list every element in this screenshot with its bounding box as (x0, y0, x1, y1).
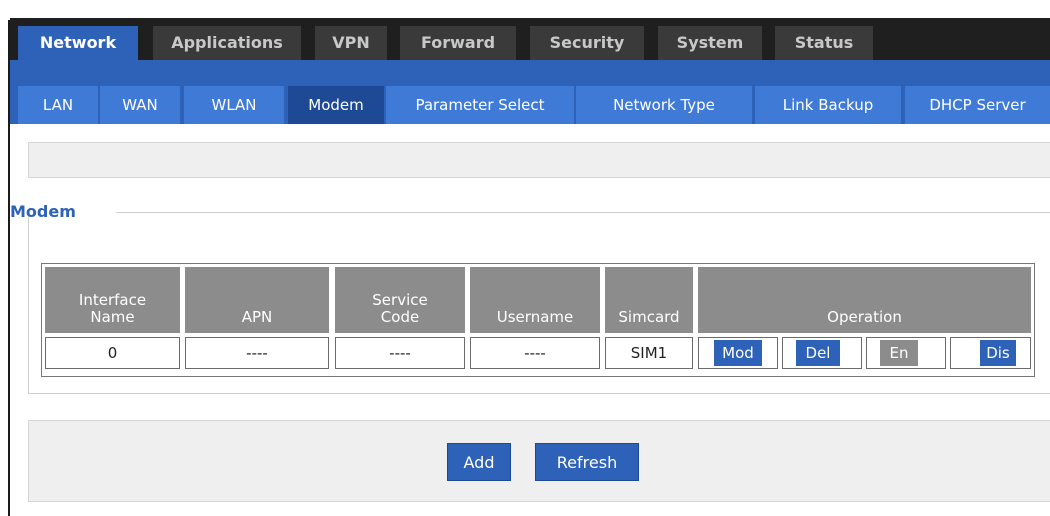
header-apn: APN (185, 267, 329, 333)
add-button[interactable]: Add (447, 443, 511, 481)
cell-service-code: ---- (335, 337, 465, 369)
header-service-code: Service Code (335, 267, 465, 333)
subtab-network-type[interactable]: Network Type (576, 86, 752, 124)
dis-button[interactable]: Dis (980, 340, 1016, 366)
header-interface-name: Interface Name (45, 267, 180, 333)
header-operation: Operation (698, 267, 1031, 333)
subtab-wan[interactable]: WAN (100, 86, 180, 124)
info-bar (28, 142, 1050, 178)
header-username: Username (470, 267, 600, 333)
refresh-button[interactable]: Refresh (535, 443, 639, 481)
cell-simcard: SIM1 (605, 337, 693, 369)
tab-status[interactable]: Status (775, 26, 873, 60)
tab-system[interactable]: System (658, 26, 762, 60)
cell-apn: ---- (185, 337, 329, 369)
subtab-lan[interactable]: LAN (18, 86, 98, 124)
tab-network[interactable]: Network (18, 26, 138, 60)
header-simcard: Simcard (605, 267, 693, 333)
tab-forward[interactable]: Forward (400, 26, 516, 60)
cell-username: ---- (470, 337, 600, 369)
cell-interface-name: 0 (45, 337, 180, 369)
del-button[interactable]: Del (796, 340, 840, 366)
mod-button[interactable]: Mod (714, 340, 762, 366)
subtab-wlan[interactable]: WLAN (184, 86, 284, 124)
tab-vpn[interactable]: VPN (315, 26, 387, 60)
subtab-parameter-select[interactable]: Parameter Select (386, 86, 574, 124)
en-button[interactable]: En (880, 340, 918, 366)
legend-divider (116, 212, 1050, 213)
subtab-link-backup[interactable]: Link Backup (755, 86, 901, 124)
tab-applications[interactable]: Applications (153, 26, 301, 60)
tab-security[interactable]: Security (530, 26, 644, 60)
section-title: Modem (10, 202, 76, 221)
subtab-modem[interactable]: Modem (288, 86, 384, 124)
subtab-dhcp-server[interactable]: DHCP Server (905, 86, 1050, 124)
